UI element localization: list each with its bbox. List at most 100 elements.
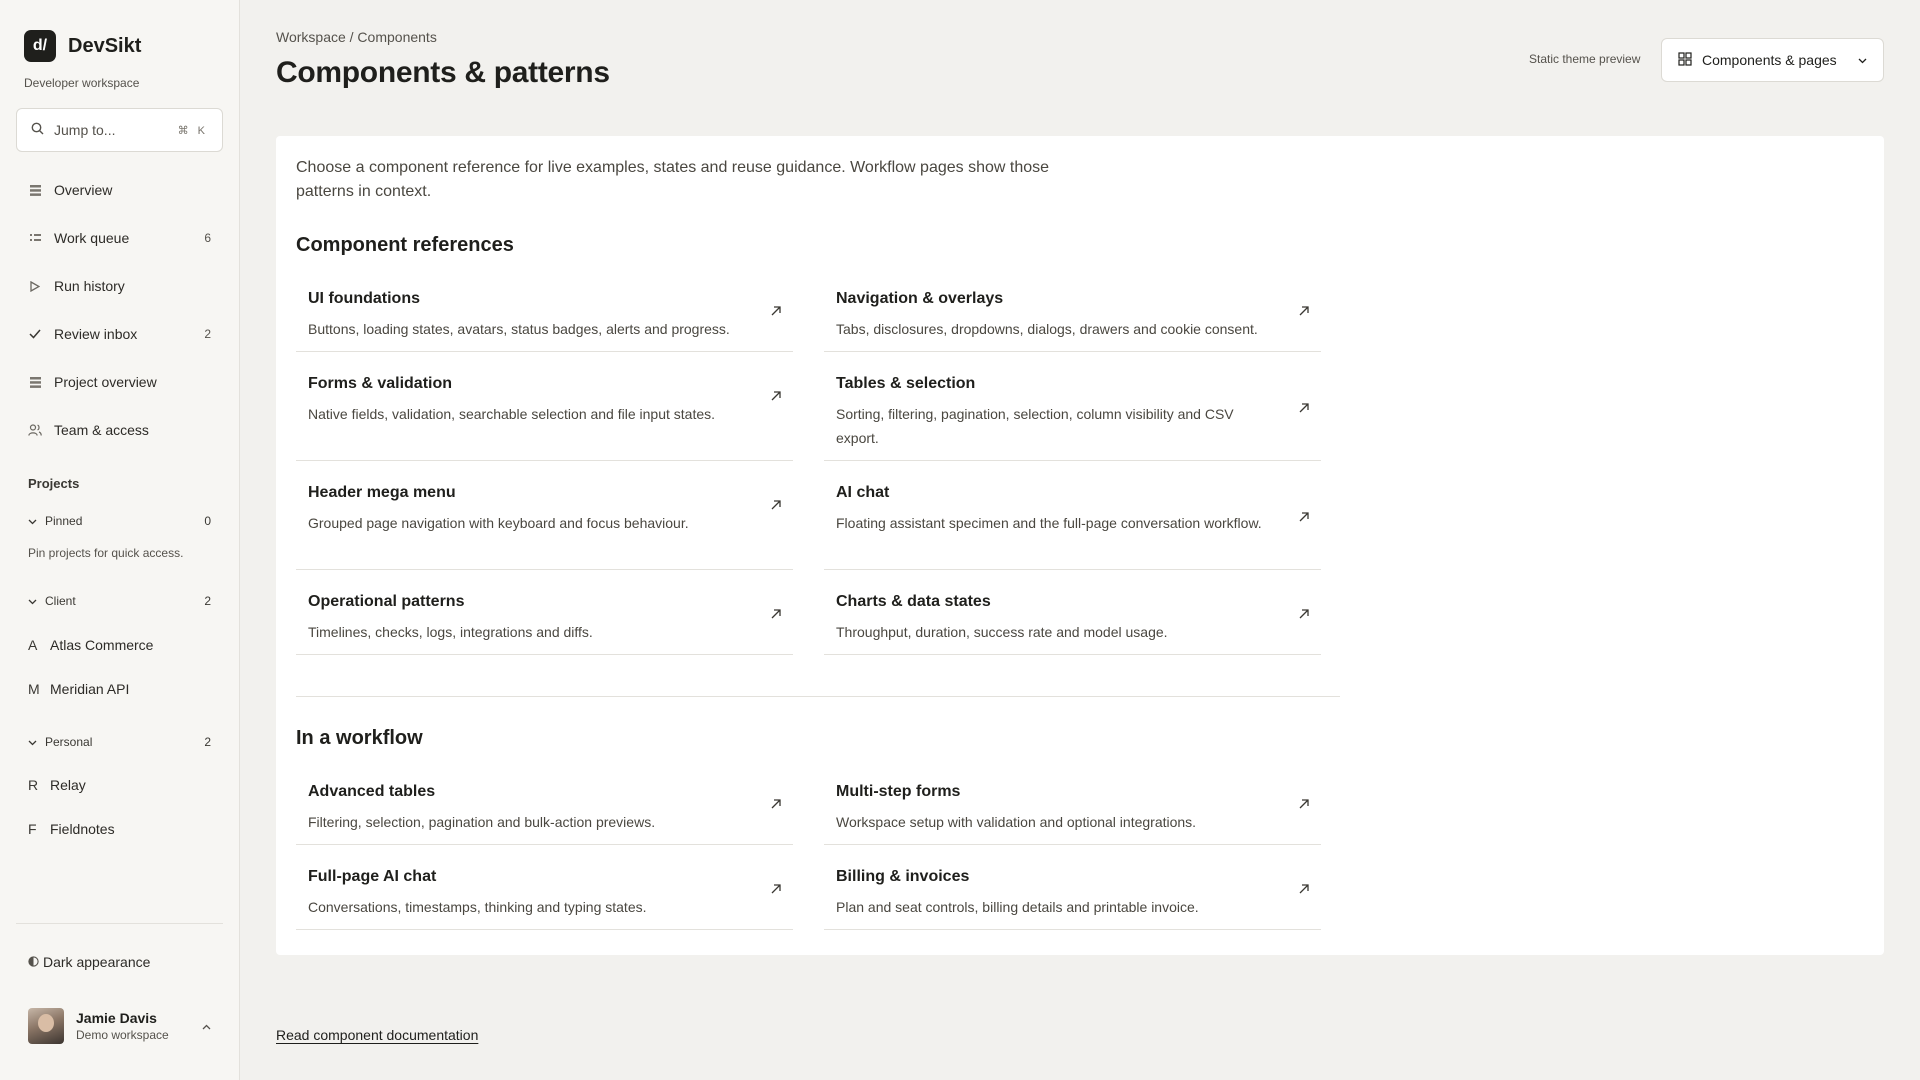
user-name: Jamie Davis <box>76 1010 157 1026</box>
check-icon <box>28 329 42 339</box>
dark-appearance-toggle[interactable]: Dark appearance <box>28 954 150 970</box>
sidebar-item-label: Overview <box>54 182 113 198</box>
sidebar-nav: Overview Work queue 6 Run history Review… <box>16 166 223 454</box>
search-icon <box>31 122 44 138</box>
sidebar-item-project-overview[interactable]: Project overview <box>16 358 223 406</box>
user-workspace: Demo workspace <box>76 1028 169 1042</box>
card-description: Workspace setup with validation and opti… <box>836 814 1197 830</box>
jump-to-search[interactable]: Jump to... ⌘ K <box>16 108 223 152</box>
project-letter: A <box>28 637 38 653</box>
sidebar-item-review-inbox[interactable]: Review inbox 2 <box>16 310 223 358</box>
project-letter: M <box>28 681 40 697</box>
half-circle-icon <box>28 954 39 970</box>
grid-icon <box>28 184 42 196</box>
group-pinned[interactable]: Pinned 0 <box>28 514 211 528</box>
card-description: Native fields, validation, searchable se… <box>308 406 716 422</box>
workflow-heading: In a workflow <box>296 727 423 749</box>
project-relay[interactable]: R Relay <box>28 777 86 793</box>
project-letter: F <box>28 821 37 837</box>
project-letter: R <box>28 777 39 793</box>
brand-logo: d/ <box>24 30 56 62</box>
view-select[interactable]: Components & pages <box>1661 38 1884 82</box>
sidebar-item-run-history[interactable]: Run history <box>16 262 223 310</box>
card-description: Sorting, filtering, pagination, selectio… <box>836 406 1234 446</box>
sidebar-item-overview[interactable]: Overview <box>16 166 223 214</box>
card-operational-patterns[interactable]: Operational patterns Timelines, checks, … <box>296 581 793 655</box>
card-title: Navigation & overlays <box>836 290 1004 307</box>
sidebar-item-label: Review inbox <box>54 326 138 342</box>
card-title: Charts & data states <box>836 593 991 610</box>
project-meridian-api[interactable]: M Meridian API <box>28 681 129 697</box>
card-title: Full-page AI chat <box>308 868 437 885</box>
card-description: Filtering, selection, pagination and bul… <box>308 814 656 830</box>
arrow-up-right-icon <box>1297 607 1311 621</box>
arrow-up-right-icon <box>1297 797 1311 811</box>
breadcrumb[interactable]: Workspace / Components <box>276 29 437 45</box>
card-advanced-tables[interactable]: Advanced tables Filtering, selection, pa… <box>296 771 793 845</box>
group-count: 2 <box>204 735 211 749</box>
sidebar-item-label: Work queue <box>54 230 130 246</box>
project-name: Atlas Commerce <box>50 637 154 653</box>
group-count: 2 <box>204 594 211 608</box>
arrow-up-right-icon <box>769 797 783 811</box>
card-header-mega-menu[interactable]: Header mega menu Grouped page navigation… <box>296 472 793 570</box>
section-divider <box>296 696 1340 697</box>
project-name: Meridian API <box>50 681 130 697</box>
chevron-up-icon <box>202 1019 211 1033</box>
chevron-down-icon <box>28 594 37 608</box>
project-atlas-commerce[interactable]: A Atlas Commerce <box>28 637 153 653</box>
sidebar-item-team-access[interactable]: Team & access <box>16 406 223 454</box>
card-multi-step-forms[interactable]: Multi-step forms Workspace setup with va… <box>824 771 1321 845</box>
components-panel: Choose a component reference for live ex… <box>276 136 1884 955</box>
group-client[interactable]: Client 2 <box>28 594 211 608</box>
sidebar-item-label: Project overview <box>54 374 157 390</box>
user-menu[interactable]: Jamie Davis Demo workspace <box>28 1008 211 1044</box>
pinned-empty-note: Pin projects for quick access. <box>28 546 184 560</box>
card-description: Throughput, duration, success rate and m… <box>836 624 1168 640</box>
card-charts-data-states[interactable]: Charts & data states Throughput, duratio… <box>824 581 1321 655</box>
card-description: Plan and seat controls, billing details … <box>836 899 1199 915</box>
sidebar-item-count: 6 <box>204 231 211 245</box>
card-title: UI foundations <box>308 290 420 307</box>
arrow-up-right-icon <box>1297 304 1311 318</box>
arrow-up-right-icon <box>769 607 783 621</box>
sidebar-item-label: Run history <box>54 278 125 294</box>
play-icon <box>28 280 42 292</box>
read-documentation-link[interactable]: Read component documentation <box>276 1027 478 1043</box>
brand-name: DevSikt <box>68 34 142 57</box>
sidebar-item-work-queue[interactable]: Work queue 6 <box>16 214 223 262</box>
card-title: Forms & validation <box>308 375 453 392</box>
chevron-down-icon <box>28 514 37 528</box>
grid-icon <box>1678 51 1692 69</box>
card-forms-validation[interactable]: Forms & validation Native fields, valida… <box>296 363 793 461</box>
card-description: Conversations, timestamps, thinking and … <box>308 899 647 915</box>
component-references-heading: Component references <box>296 234 514 256</box>
card-ai-chat[interactable]: AI chat Floating assistant specimen and … <box>824 472 1321 570</box>
card-title: Billing & invoices <box>836 868 970 885</box>
card-description: Timelines, checks, logs, integrations an… <box>308 624 593 640</box>
card-title: Advanced tables <box>308 783 436 800</box>
theme-preview-note: Static theme preview <box>1529 52 1641 66</box>
projects-heading: Projects <box>28 476 80 491</box>
group-label: Client <box>45 594 76 608</box>
card-navigation-overlays[interactable]: Navigation & overlays Tabs, disclosures,… <box>824 278 1321 352</box>
arrow-up-right-icon <box>1297 510 1311 524</box>
brand[interactable]: d/ DevSikt <box>24 30 141 62</box>
card-full-page-ai-chat[interactable]: Full-page AI chat Conversations, timesta… <box>296 856 793 930</box>
card-tables-selection[interactable]: Tables & selection Sorting, filtering, p… <box>824 363 1321 461</box>
card-description: Tabs, disclosures, dropdowns, dialogs, d… <box>836 321 1258 337</box>
sidebar: d/ DevSikt Developer workspace Jump to..… <box>0 0 240 1080</box>
card-title: Operational patterns <box>308 593 465 610</box>
card-description: Grouped page navigation with keyboard an… <box>308 515 689 531</box>
arrow-up-right-icon <box>1297 882 1311 896</box>
project-fieldnotes[interactable]: F Fieldnotes <box>28 821 115 837</box>
sidebar-item-count: 2 <box>204 327 211 341</box>
card-billing-invoices[interactable]: Billing & invoices Plan and seat control… <box>824 856 1321 930</box>
card-title: AI chat <box>836 484 890 501</box>
card-ui-foundations[interactable]: UI foundations Buttons, loading states, … <box>296 278 793 352</box>
grid-icon <box>28 376 42 388</box>
group-label: Personal <box>45 735 93 749</box>
group-personal[interactable]: Personal 2 <box>28 735 211 749</box>
arrow-up-right-icon <box>769 304 783 318</box>
avatar <box>28 1008 64 1044</box>
